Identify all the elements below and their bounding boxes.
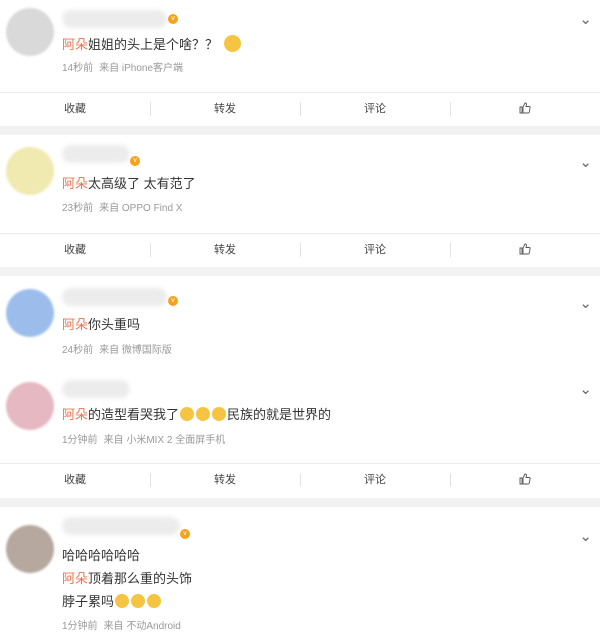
comment-text-line-1: 哈哈哈哈哈哈 <box>62 548 141 563</box>
source: 来自 小米MIX 2 全面屏手机 <box>103 435 226 446</box>
like-button[interactable] <box>450 234 600 266</box>
separator <box>0 126 600 135</box>
timestamp: 23秒前 <box>62 203 94 214</box>
favorite-button[interactable]: 收藏 <box>0 234 150 266</box>
comment-card: ⌄ 阿朵的造型看哭我了 民族的就是世界的 1分钟前 来自 小米MIX 2 全面屏手机… <box>0 368 600 498</box>
chevron-down-icon[interactable]: ⌄ <box>579 12 592 27</box>
username-blurred[interactable] <box>62 380 130 398</box>
mention-link[interactable]: 阿朵 <box>62 407 88 422</box>
thumbs-up-icon <box>519 102 531 113</box>
username-blurred[interactable] <box>62 10 167 28</box>
grinning-emoji-icon <box>131 594 146 608</box>
repost-button[interactable]: 转发 <box>150 234 300 266</box>
favorite-button[interactable]: 收藏 <box>0 464 150 496</box>
vip-badge-icon: v <box>180 529 190 539</box>
grinning-emoji-icon <box>147 594 162 608</box>
repost-button[interactable]: 转发 <box>150 464 300 496</box>
separator <box>0 498 600 507</box>
username-blurred[interactable] <box>62 517 180 535</box>
avatar[interactable] <box>6 525 54 573</box>
comment-text: 阿朵你头重吗 <box>62 317 141 332</box>
timestamp: 24秒前 <box>62 345 94 356</box>
like-button[interactable] <box>450 464 600 496</box>
source: 来自 不动Android <box>103 621 181 632</box>
comment-meta: 14秒前 来自 iPhone客户端 <box>62 59 183 74</box>
action-bar: 收藏 转发 评论 <box>0 463 600 495</box>
mention-link[interactable]: 阿朵 <box>62 317 88 332</box>
thinking-emoji-icon <box>224 35 242 52</box>
chevron-down-icon[interactable]: ⌄ <box>579 155 592 170</box>
source: 来自 微博国际版 <box>99 345 172 356</box>
avatar[interactable] <box>6 382 54 430</box>
vip-badge-icon: v <box>168 14 178 24</box>
comment-button[interactable]: 评论 <box>300 93 450 125</box>
comment-text: 阿朵太高级了 太有范了 <box>62 176 196 191</box>
crying-emoji-icon <box>180 407 195 421</box>
action-bar: 收藏 转发 评论 <box>0 233 600 265</box>
chevron-down-icon[interactable]: ⌄ <box>579 296 592 311</box>
timestamp: 1分钟前 <box>62 435 98 446</box>
avatar[interactable] <box>6 147 54 195</box>
mention-link[interactable]: 阿朵 <box>62 571 88 586</box>
comment-text: 阿朵姐姐的头上是个啥？？ <box>62 35 242 54</box>
repost-button[interactable]: 转发 <box>150 93 300 125</box>
comment-button[interactable]: 评论 <box>300 234 450 266</box>
avatar[interactable] <box>6 289 54 337</box>
source: 来自 OPPO Find X <box>99 203 183 214</box>
grinning-emoji-icon <box>115 594 130 608</box>
comment-text: 阿朵的造型看哭我了 民族的就是世界的 <box>62 407 332 422</box>
comment-text-line-2: 阿朵顶着那么重的头饰 <box>62 571 193 586</box>
username-blurred[interactable] <box>62 145 130 163</box>
avatar[interactable] <box>6 8 54 56</box>
like-button[interactable] <box>450 93 600 125</box>
username-blurred[interactable] <box>62 288 167 306</box>
mention-link[interactable]: 阿朵 <box>62 37 88 52</box>
comment-card: v ⌄ 阿朵姐姐的头上是个啥？？ 14秒前 来自 iPhone客户端 收藏 转发 … <box>0 0 600 126</box>
comment-button[interactable]: 评论 <box>300 464 450 496</box>
comment-card: v ⌄ 哈哈哈哈哈哈 阿朵顶着那么重的头饰 脖子累吗 1分钟前 来自 不动Andr… <box>0 507 600 642</box>
comment-meta: 1分钟前 来自 不动Android <box>62 617 181 632</box>
comment-meta: 24秒前 来自 微博国际版 <box>62 341 172 356</box>
comment-text-line-3: 脖子累吗 <box>62 593 162 611</box>
mention-link[interactable]: 阿朵 <box>62 176 88 191</box>
crying-emoji-icon <box>196 407 211 421</box>
favorite-button[interactable]: 收藏 <box>0 93 150 125</box>
timestamp: 14秒前 <box>62 63 94 74</box>
thumbs-up-icon <box>519 243 531 254</box>
chevron-down-icon[interactable]: ⌄ <box>579 529 592 544</box>
separator <box>0 267 600 276</box>
comment-meta: 1分钟前 来自 小米MIX 2 全面屏手机 <box>62 431 225 446</box>
comment-card: v ⌄ 阿朵你头重吗 24秒前 来自 微博国际版 <box>0 276 600 368</box>
action-bar: 收藏 转发 评论 <box>0 92 600 124</box>
comment-card: v ⌄ 阿朵太高级了 太有范了 23秒前 来自 OPPO Find X 收藏 转发… <box>0 135 600 267</box>
chevron-down-icon[interactable]: ⌄ <box>579 382 592 397</box>
timestamp: 1分钟前 <box>62 621 98 632</box>
vip-badge-icon: v <box>130 156 140 166</box>
source: 来自 iPhone客户端 <box>99 63 184 74</box>
thumbs-up-icon <box>519 473 531 484</box>
crying-emoji-icon <box>212 407 227 421</box>
vip-badge-icon: v <box>168 296 178 306</box>
comment-meta: 23秒前 来自 OPPO Find X <box>62 199 182 214</box>
